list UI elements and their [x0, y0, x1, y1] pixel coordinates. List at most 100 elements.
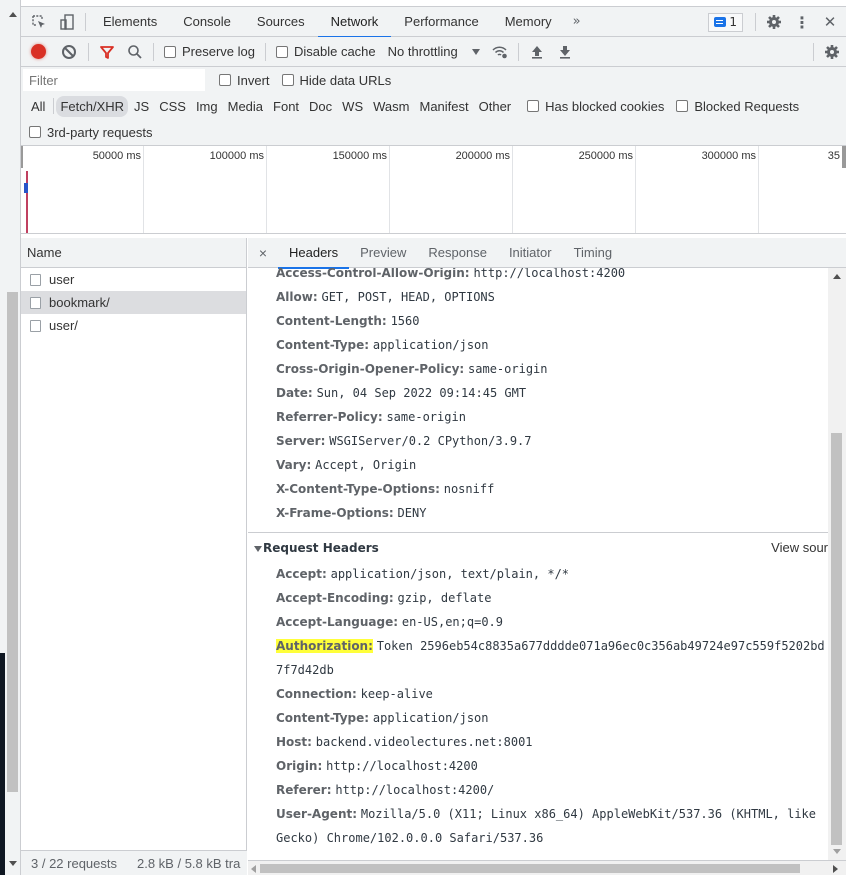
overview-right-handle[interactable]: [842, 146, 846, 168]
details-horizontal-scrollbar[interactable]: [248, 860, 846, 875]
third-party-requests-label: 3rd-party requests: [47, 124, 153, 140]
header-value: nosniff: [443, 482, 495, 496]
overview-tick-label: 35: [827, 150, 840, 162]
hide-data-urls-checkbox[interactable]: Hide data URLs: [276, 73, 398, 88]
checkbox-box[interactable]: [281, 74, 294, 86]
header-value: Mozilla/5.0 (X11; Linux x86_64) AppleWeb…: [360, 807, 817, 821]
header-key: Content-Type:: [276, 338, 370, 352]
filter-type-media[interactable]: Media: [224, 96, 267, 117]
status-bar: 3 / 22 requests 2.8 kB / 5.8 kB tra: [21, 850, 247, 875]
tab-performance[interactable]: Performance: [391, 7, 491, 37]
disable-cache-checkbox[interactable]: Disable cache: [270, 44, 382, 59]
filter-type-all[interactable]: All: [27, 96, 49, 117]
filter-type-doc[interactable]: Doc: [305, 96, 336, 117]
header-value: WSGIServer/0.2 CPython/3.9.7: [329, 434, 532, 448]
import-har-upload-icon[interactable]: [523, 37, 551, 67]
export-har-download-icon[interactable]: [551, 37, 579, 67]
invert-checkbox[interactable]: Invert: [213, 73, 276, 88]
scroll-thumb[interactable]: [831, 433, 842, 845]
request-row[interactable]: user: [21, 268, 246, 291]
section-title: Request Headers: [263, 541, 379, 555]
filter-input[interactable]: [23, 69, 205, 91]
issues-badge[interactable]: 1: [708, 12, 743, 32]
clear-log-icon[interactable]: [62, 44, 76, 59]
scroll-thumb[interactable]: [260, 864, 800, 873]
tab-preview[interactable]: Preview: [349, 238, 417, 268]
scroll-up-arrow-icon[interactable]: [833, 274, 841, 279]
preserve-log-checkbox[interactable]: Preserve log: [158, 44, 261, 59]
network-conditions-wifi-icon[interactable]: [486, 37, 514, 67]
overview-left-handle[interactable]: [21, 146, 23, 168]
scroll-right-arrow-icon[interactable]: [833, 865, 838, 873]
tab-console[interactable]: Console: [170, 7, 244, 37]
more-tabs-chevron-icon[interactable]: »: [565, 14, 589, 29]
scroll-down-arrow-icon[interactable]: [9, 861, 17, 866]
header-value: 1560: [390, 314, 420, 328]
filter-type-font[interactable]: Font: [269, 96, 303, 117]
checkbox-box[interactable]: [29, 126, 41, 138]
details-tabbar: × Headers Preview Response Initiator Tim…: [248, 238, 846, 269]
filter-type-other[interactable]: Other: [475, 96, 516, 117]
device-toolbar-icon[interactable]: [53, 7, 81, 37]
filter-funnel-icon[interactable]: [93, 37, 121, 67]
checkbox-box[interactable]: [219, 74, 231, 86]
invert-label: Invert: [237, 72, 270, 88]
filter-type-manifest[interactable]: Manifest: [415, 96, 472, 117]
search-icon[interactable]: [121, 37, 149, 67]
checkbox-box[interactable]: [676, 100, 689, 112]
request-row[interactable]: bookmark/: [21, 291, 246, 314]
tab-timing[interactable]: Timing: [563, 238, 624, 268]
scroll-down-arrow-icon[interactable]: [833, 849, 841, 854]
network-overview-timeline[interactable]: 50000 ms 100000 ms 150000 ms 200000 ms 2…: [21, 146, 846, 234]
checkbox-box[interactable]: [164, 45, 176, 58]
filter-type-ws[interactable]: WS: [338, 96, 367, 117]
header-value-continuation: Gecko) Chrome/102.0.0.0 Safari/537.36: [248, 826, 828, 850]
throttling-select[interactable]: No throttling: [382, 44, 486, 59]
page-scroll-thumb[interactable]: [7, 292, 18, 792]
page-scrollbar[interactable]: [0, 0, 21, 875]
network-settings-gear-icon[interactable]: [818, 37, 846, 67]
tab-sources[interactable]: Sources: [244, 7, 318, 37]
checkbox-box[interactable]: [527, 100, 540, 112]
page-content-edge: [0, 653, 5, 875]
name-column-header[interactable]: Name: [21, 238, 246, 268]
header-key: Allow:: [276, 290, 318, 304]
filter-type-fetch-xhr[interactable]: Fetch/XHR: [56, 95, 129, 117]
scroll-up-arrow-icon[interactable]: [9, 12, 17, 17]
filter-type-img[interactable]: Img: [192, 96, 222, 117]
details-vertical-scrollbar[interactable]: [828, 268, 846, 860]
tab-headers[interactable]: Headers: [278, 238, 350, 269]
close-details-icon[interactable]: ×: [248, 245, 278, 261]
scroll-left-arrow-icon[interactable]: [251, 865, 256, 873]
tab-initiator[interactable]: Initiator: [498, 238, 563, 268]
header-value: http://localhost:4200/: [335, 783, 495, 797]
tab-elements[interactable]: Elements: [90, 7, 170, 37]
tab-memory[interactable]: Memory: [492, 7, 565, 37]
checkbox-box[interactable]: [275, 45, 288, 58]
settings-gear-icon[interactable]: [760, 7, 788, 37]
header-value: same-origin: [468, 362, 548, 376]
header-key: Referer:: [276, 783, 332, 797]
header-key: Date:: [276, 386, 313, 400]
overview-tick-label: 150000 ms: [332, 150, 387, 162]
kebab-menu-icon[interactable]: ⋮: [788, 7, 816, 37]
record-button[interactable]: [31, 44, 46, 59]
filter-type-css[interactable]: CSS: [155, 96, 190, 117]
header-key: Access-Control-Allow-Origin:: [276, 268, 470, 280]
inspect-element-icon[interactable]: [25, 7, 53, 37]
toolbar-divider: [813, 43, 814, 61]
request-headers-section-toggle[interactable]: Request Headers View sour: [248, 532, 828, 562]
third-party-requests-checkbox[interactable]: 3rd-party requests: [29, 125, 159, 140]
filter-bar: Invert Hide data URLs All Fetch/XHR JS C…: [21, 67, 846, 146]
filter-type-wasm[interactable]: Wasm: [369, 96, 413, 117]
filter-type-divider: [53, 98, 55, 114]
request-name: user: [49, 272, 75, 287]
close-devtools-icon[interactable]: ✕: [816, 7, 844, 37]
request-row[interactable]: user/: [21, 314, 246, 337]
blocked-requests-checkbox[interactable]: Blocked Requests: [670, 99, 805, 114]
has-blocked-cookies-checkbox[interactable]: Has blocked cookies: [517, 99, 670, 114]
view-source-link[interactable]: View sour: [771, 533, 828, 563]
tab-response[interactable]: Response: [417, 238, 498, 268]
tab-network[interactable]: Network: [317, 7, 392, 38]
filter-type-js[interactable]: JS: [130, 96, 153, 117]
